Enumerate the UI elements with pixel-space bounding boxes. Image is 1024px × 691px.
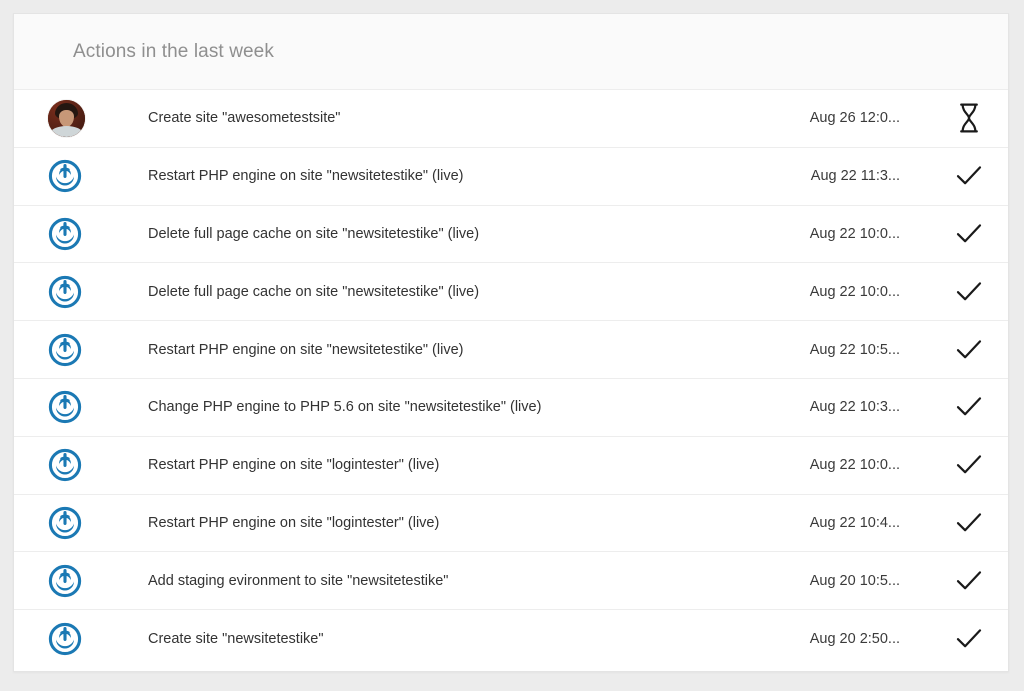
status-badge	[930, 454, 1008, 476]
action-description: Restart PHP engine on site "logintester"…	[148, 515, 740, 531]
action-description: Change PHP engine to PHP 5.6 on site "ne…	[148, 399, 740, 415]
table-row[interactable]: Delete full page cache on site "newsitet…	[14, 206, 1008, 264]
table-row[interactable]: Create site "newsitetestike"Aug 20 2:50.…	[14, 610, 1008, 668]
row-actor-cell	[14, 506, 148, 540]
action-timestamp: Aug 20 2:50...	[740, 631, 930, 647]
action-description: Restart PHP engine on site "logintester"…	[148, 457, 740, 473]
action-timestamp: Aug 22 10:0...	[740, 226, 930, 242]
action-description: Delete full page cache on site "newsitet…	[148, 284, 740, 300]
check-icon	[956, 396, 982, 418]
power-icon	[48, 448, 82, 482]
action-timestamp: Aug 22 10:0...	[740, 457, 930, 473]
row-actor-cell	[14, 159, 148, 193]
table-row[interactable]: Add staging evironment to site "newsitet…	[14, 552, 1008, 610]
row-actor-cell	[14, 448, 148, 482]
action-timestamp: Aug 22 10:0...	[740, 284, 930, 300]
action-timestamp: Aug 20 10:5...	[740, 573, 930, 589]
status-badge	[930, 628, 1008, 650]
action-timestamp: Aug 26 12:0...	[740, 110, 930, 126]
check-icon	[956, 165, 982, 187]
status-badge	[930, 512, 1008, 534]
card-header: Actions in the last week	[14, 14, 1008, 90]
table-row[interactable]: Restart PHP engine on site "newsitetesti…	[14, 148, 1008, 206]
action-timestamp: Aug 22 11:3...	[740, 168, 930, 184]
row-actor-cell	[14, 333, 148, 367]
table-row[interactable]: Create site "awesometestsite"Aug 26 12:0…	[14, 90, 1008, 148]
status-badge	[930, 223, 1008, 245]
power-icon	[48, 622, 82, 656]
action-timestamp: Aug 22 10:3...	[740, 399, 930, 415]
action-description: Restart PHP engine on site "newsitetesti…	[148, 168, 740, 184]
power-icon	[48, 506, 82, 540]
row-actor-cell	[14, 390, 148, 424]
avatar	[48, 100, 85, 137]
status-badge	[930, 396, 1008, 418]
action-description: Create site "newsitetestike"	[148, 631, 740, 647]
check-icon	[956, 628, 982, 650]
check-icon	[956, 512, 982, 534]
row-actor-cell	[14, 622, 148, 656]
status-badge	[930, 103, 1008, 133]
action-timestamp: Aug 22 10:5...	[740, 342, 930, 358]
power-icon	[48, 275, 82, 309]
action-description: Create site "awesometestsite"	[148, 110, 740, 126]
table-row[interactable]: Restart PHP engine on site "newsitetesti…	[14, 321, 1008, 379]
power-icon	[48, 159, 82, 193]
row-actor-cell	[14, 217, 148, 251]
check-icon	[956, 281, 982, 303]
power-icon	[48, 217, 82, 251]
action-description: Delete full page cache on site "newsitet…	[148, 226, 740, 242]
status-badge	[930, 339, 1008, 361]
check-icon	[956, 454, 982, 476]
table-row[interactable]: Delete full page cache on site "newsitet…	[14, 263, 1008, 321]
action-description: Add staging evironment to site "newsitet…	[148, 573, 740, 589]
activity-list: Create site "awesometestsite"Aug 26 12:0…	[14, 90, 1008, 668]
status-badge	[930, 570, 1008, 592]
page-title: Actions in the last week	[73, 41, 274, 63]
check-icon	[956, 223, 982, 245]
action-description: Restart PHP engine on site "newsitetesti…	[148, 342, 740, 358]
table-row[interactable]: Restart PHP engine on site "logintester"…	[14, 495, 1008, 553]
power-icon	[48, 333, 82, 367]
row-actor-cell	[14, 100, 148, 137]
table-row[interactable]: Change PHP engine to PHP 5.6 on site "ne…	[14, 379, 1008, 437]
action-timestamp: Aug 22 10:4...	[740, 515, 930, 531]
hourglass-icon	[958, 103, 980, 133]
table-row[interactable]: Restart PHP engine on site "logintester"…	[14, 437, 1008, 495]
row-actor-cell	[14, 564, 148, 598]
check-icon	[956, 570, 982, 592]
status-badge	[930, 165, 1008, 187]
power-icon	[48, 390, 82, 424]
activity-log-card: Actions in the last week Create site "aw…	[13, 13, 1009, 672]
check-icon	[956, 339, 982, 361]
power-icon	[48, 564, 82, 598]
row-actor-cell	[14, 275, 148, 309]
status-badge	[930, 281, 1008, 303]
